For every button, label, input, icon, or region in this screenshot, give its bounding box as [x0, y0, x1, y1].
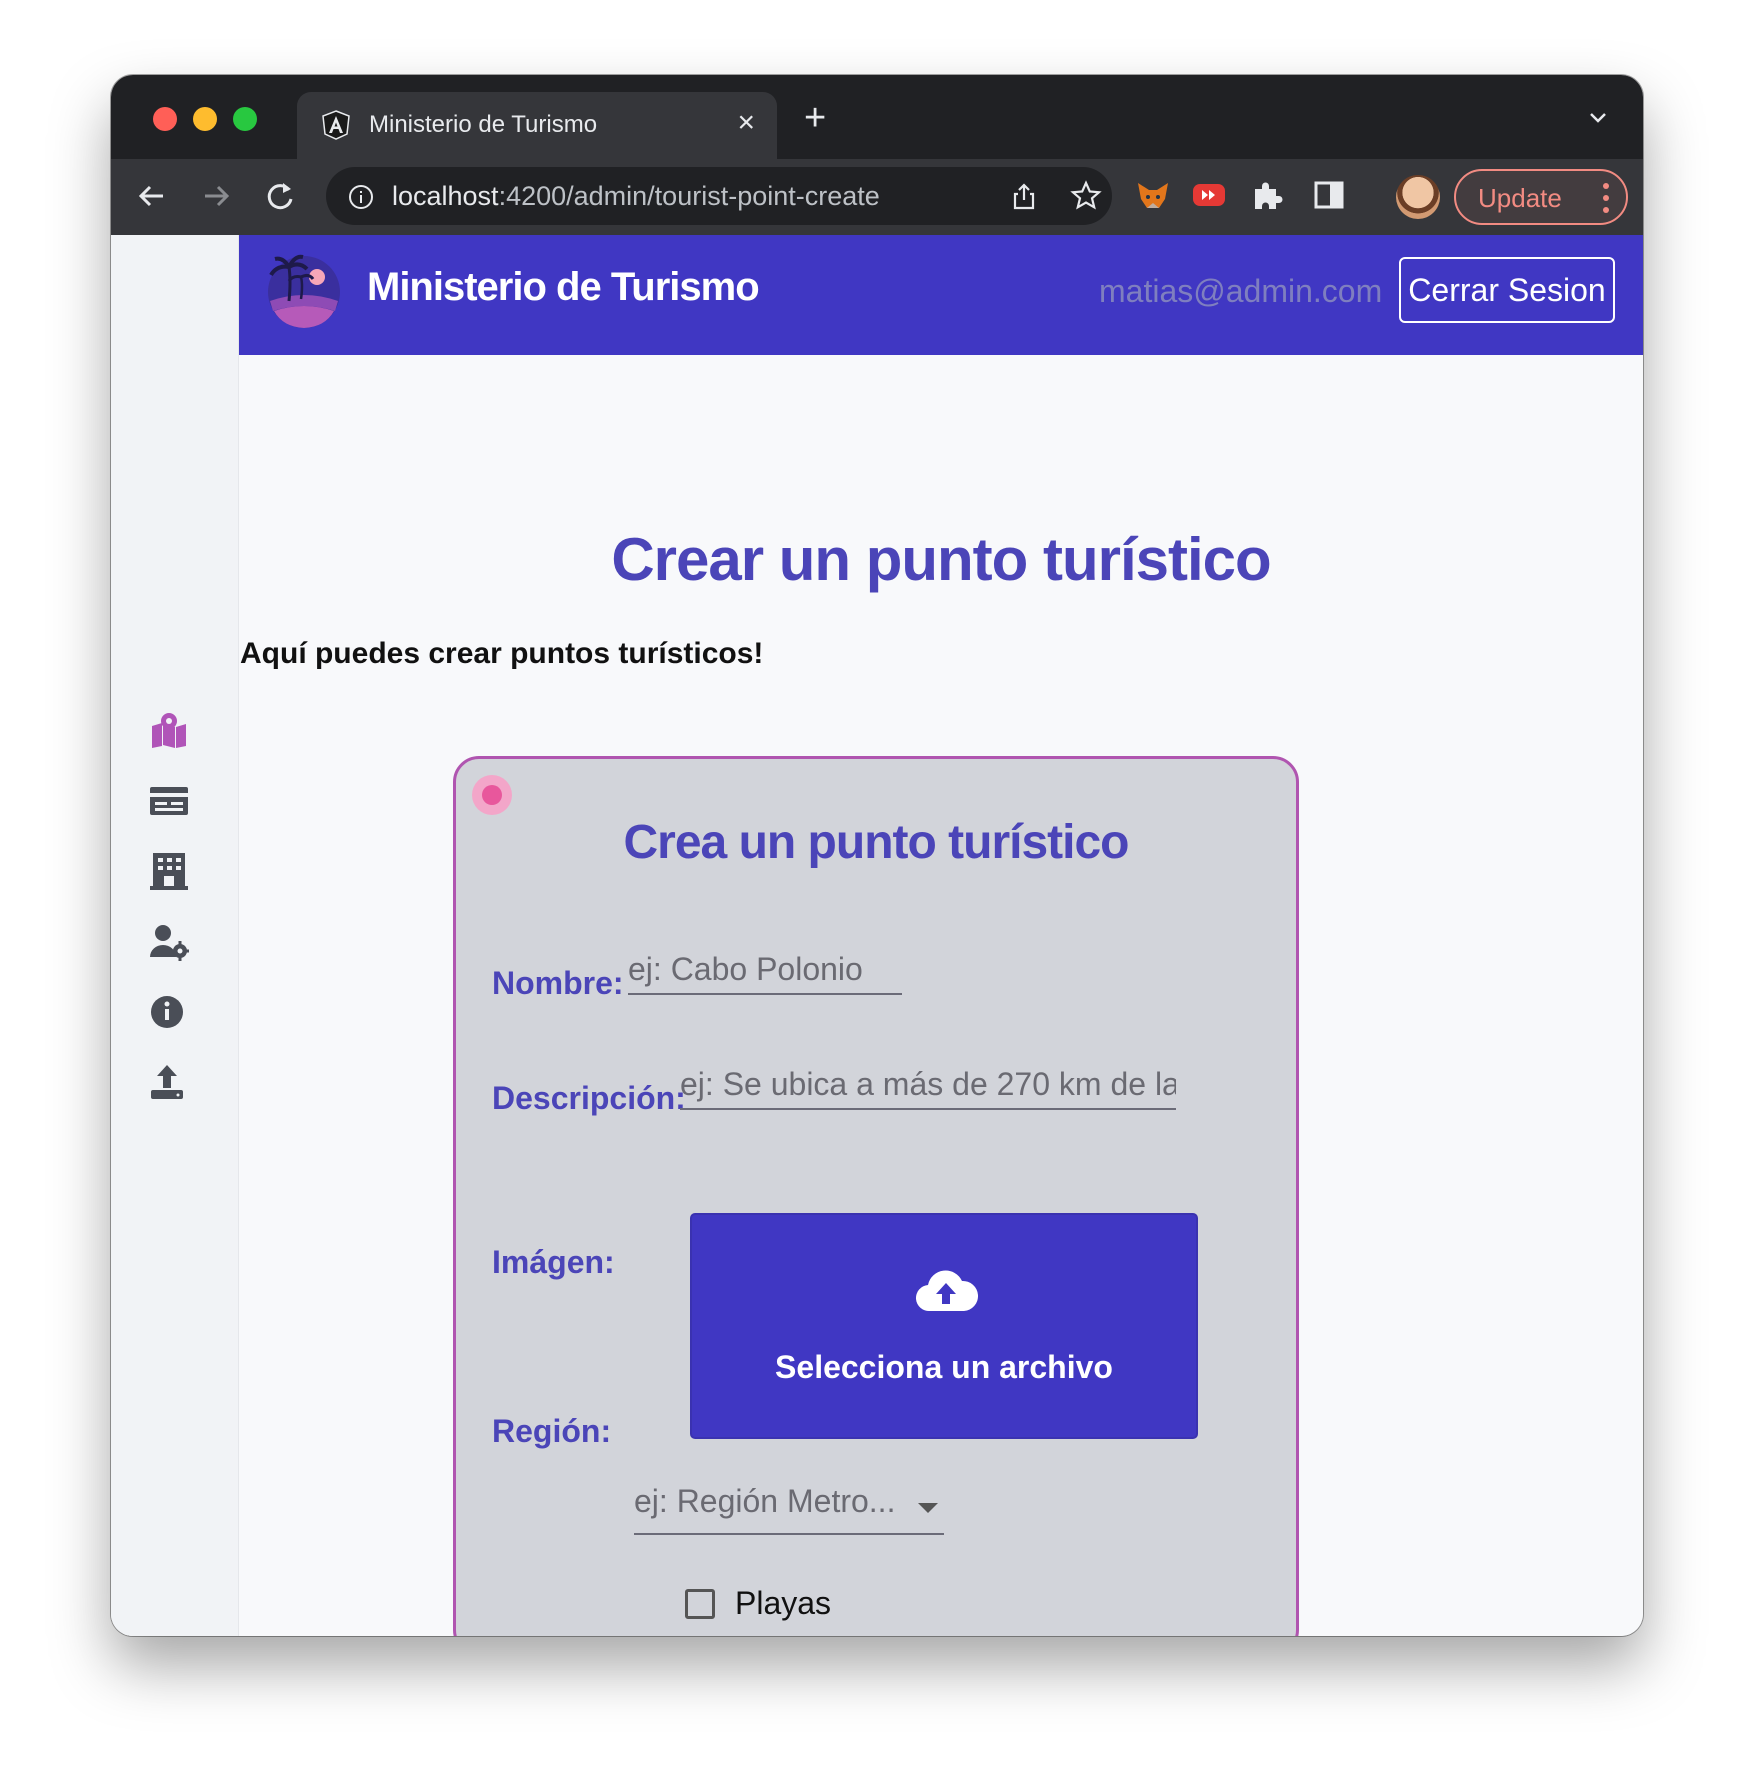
- back-arrow-icon[interactable]: [133, 177, 171, 215]
- maximize-window-button[interactable]: [233, 107, 257, 131]
- youtube-extension-icon[interactable]: [1189, 175, 1229, 215]
- forward-arrow-icon[interactable]: [197, 177, 235, 215]
- new-tab-button[interactable]: +: [804, 97, 826, 140]
- update-label: Update: [1478, 183, 1562, 213]
- browser-window: Ministerio de Turismo × + localhost:4200…: [111, 75, 1643, 1636]
- url-host: localhost: [392, 181, 499, 211]
- side-panel-icon[interactable]: [1309, 175, 1349, 215]
- puzzle-extensions-icon[interactable]: [1247, 175, 1287, 215]
- region-select[interactable]: ej: Región Metro...: [634, 1479, 944, 1535]
- beaches-checkbox[interactable]: [685, 1589, 715, 1619]
- info-circle-icon[interactable]: [348, 184, 374, 210]
- page-subtitle: Aquí puedes crear puntos turísticos!: [240, 637, 764, 670]
- file-upload-button[interactable]: Selecciona un archivo: [690, 1213, 1198, 1439]
- region-label: Región:: [492, 1413, 612, 1449]
- update-button[interactable]: Update: [1454, 169, 1628, 225]
- minimize-window-button[interactable]: [193, 107, 217, 131]
- browser-toolbar: localhost:4200/admin/tourist-point-creat…: [111, 159, 1643, 235]
- sidebar: [111, 235, 239, 1636]
- building-icon[interactable]: [149, 851, 189, 891]
- close-window-button[interactable]: [153, 107, 177, 131]
- caret-down-icon: [918, 1503, 938, 1513]
- angular-icon: [322, 110, 350, 140]
- address-bar[interactable]: localhost:4200/admin/tourist-point-creat…: [326, 167, 1112, 225]
- map-location-icon[interactable]: [149, 710, 189, 750]
- status-dot: [472, 775, 512, 815]
- logout-button[interactable]: Cerrar Sesion: [1399, 257, 1615, 323]
- kebab-menu-icon: [1603, 183, 1609, 213]
- metamask-fox-icon[interactable]: [1133, 175, 1173, 215]
- name-label: Nombre:: [492, 965, 624, 1001]
- upload-icon[interactable]: [149, 1062, 189, 1102]
- info-icon[interactable]: [149, 992, 189, 1032]
- brand-title[interactable]: Ministerio de Turismo: [367, 265, 760, 310]
- region-select-value: ej: Región Metro...: [634, 1483, 896, 1519]
- url-text[interactable]: localhost:4200/admin/tourist-point-creat…: [392, 181, 880, 212]
- browser-tab[interactable]: Ministerio de Turismo ×: [297, 92, 777, 159]
- reload-icon[interactable]: [261, 177, 299, 215]
- page-title: Crear un punto turístico: [611, 526, 1271, 593]
- description-input[interactable]: [680, 1060, 1176, 1110]
- description-label: Descripción:: [492, 1080, 686, 1116]
- user-gear-icon[interactable]: [149, 923, 189, 963]
- top-navbar: Ministerio de Turismo matias@admin.com C…: [239, 235, 1643, 355]
- logo-icon[interactable]: [265, 253, 343, 331]
- tab-close-icon[interactable]: ×: [737, 106, 755, 140]
- card-icon[interactable]: [149, 781, 189, 821]
- tab-title: Ministerio de Turismo: [369, 111, 598, 138]
- form-title: Crea un punto turístico: [623, 816, 1130, 869]
- tab-bar: Ministerio de Turismo × +: [111, 75, 1643, 159]
- upload-label: Selecciona un archivo: [775, 1349, 1113, 1385]
- url-path: :4200/admin/tourist-point-create: [498, 181, 880, 211]
- profile-avatar[interactable]: [1396, 175, 1440, 219]
- chevron-down-icon[interactable]: [1583, 103, 1613, 133]
- create-form-card: Crea un punto turístico Nombre: Descripc…: [453, 756, 1299, 1636]
- beaches-checkbox-label[interactable]: Playas: [735, 1585, 831, 1622]
- name-input[interactable]: [628, 945, 902, 995]
- image-label: Imágen:: [492, 1244, 615, 1280]
- cloud-upload-icon: [916, 1270, 978, 1312]
- user-email: matias@admin.com: [1099, 273, 1383, 309]
- share-icon[interactable]: [1009, 181, 1039, 211]
- bookmark-star-icon[interactable]: [1070, 180, 1102, 212]
- page-content: Ministerio de Turismo matias@admin.com C…: [111, 235, 1643, 1636]
